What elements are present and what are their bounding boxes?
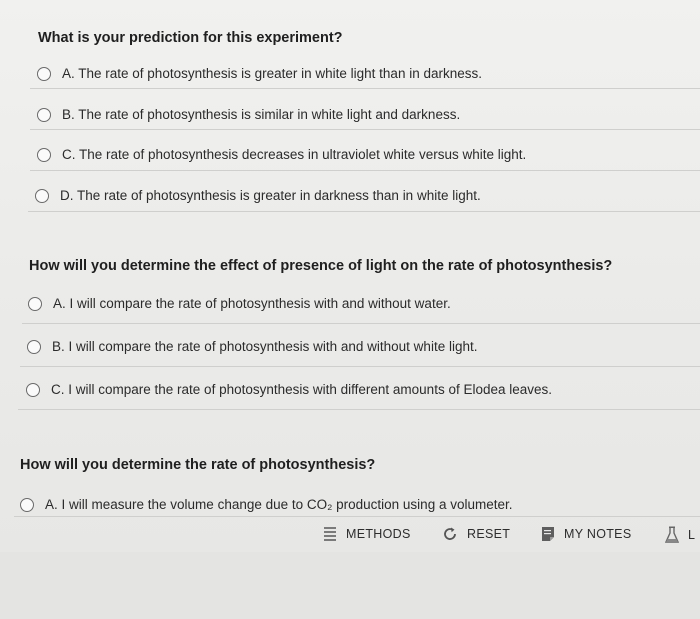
q1-option-c[interactable]: C. The rate of photosynthesis decreases … — [37, 147, 526, 162]
reset-button[interactable]: RESET — [442, 526, 510, 542]
divider — [22, 323, 700, 324]
divider — [30, 129, 700, 130]
q3-option-a[interactable]: A. I will measure the volume change due … — [20, 497, 513, 512]
list-icon — [323, 526, 337, 542]
question-2-title: How will you determine the effect of pre… — [29, 258, 613, 274]
option-label: A. The rate of photosynthesis is greater… — [62, 66, 482, 81]
q1-option-a[interactable]: A. The rate of photosynthesis is greater… — [37, 66, 482, 81]
reset-icon — [442, 526, 458, 542]
option-label: C. I will compare the rate of photosynth… — [51, 382, 553, 397]
option-label: B. The rate of photosynthesis is similar… — [62, 107, 461, 122]
worksheet-page: What is your prediction for this experim… — [0, 0, 700, 619]
methods-button[interactable]: METHODS — [323, 526, 411, 542]
q2-option-b[interactable]: B. I will compare the rate of photosynth… — [27, 339, 477, 354]
option-label: B. I will compare the rate of photosynth… — [52, 339, 478, 354]
radio-button[interactable] — [27, 339, 41, 354]
question-3-title: How will you determine the rate of photo… — [20, 457, 376, 473]
option-label: A. I will compare the rate of photosynth… — [53, 296, 451, 311]
option-label: C. The rate of photosynthesis decreases … — [62, 147, 527, 162]
radio-button[interactable] — [28, 296, 42, 311]
divider — [20, 366, 700, 367]
divider — [14, 516, 700, 517]
radio-button[interactable] — [37, 147, 51, 162]
q1-option-b[interactable]: B. The rate of photosynthesis is similar… — [37, 107, 460, 122]
divider — [30, 88, 700, 89]
notes-icon — [541, 526, 555, 542]
q2-option-a[interactable]: A. I will compare the rate of photosynth… — [28, 296, 451, 311]
page-footer-area — [0, 552, 700, 619]
q2-option-c[interactable]: C. I will compare the rate of photosynth… — [26, 382, 552, 397]
q1-option-d[interactable]: D. The rate of photosynthesis is greater… — [35, 188, 481, 203]
bottom-toolbar: METHODS RESET MY NOTES L — [300, 520, 700, 550]
radio-button[interactable] — [35, 188, 49, 203]
my-notes-button[interactable]: MY NOTES — [541, 526, 631, 542]
question-1-title: What is your prediction for this experim… — [38, 30, 343, 46]
flask-icon — [665, 526, 679, 544]
methods-label: METHODS — [346, 527, 411, 541]
lab-data-button[interactable]: L — [665, 526, 695, 544]
option-label: D. The rate of photosynthesis is greater… — [60, 188, 481, 203]
divider — [30, 170, 700, 171]
radio-button[interactable] — [26, 382, 40, 397]
my-notes-label: MY NOTES — [564, 527, 632, 541]
radio-button[interactable] — [37, 107, 51, 122]
divider — [18, 409, 700, 410]
reset-label: RESET — [467, 527, 511, 541]
radio-button[interactable] — [20, 497, 34, 512]
radio-button[interactable] — [37, 66, 51, 81]
divider — [28, 211, 700, 212]
option-label: A. I will measure the volume change due … — [45, 497, 513, 512]
lab-data-label: L — [688, 528, 696, 542]
